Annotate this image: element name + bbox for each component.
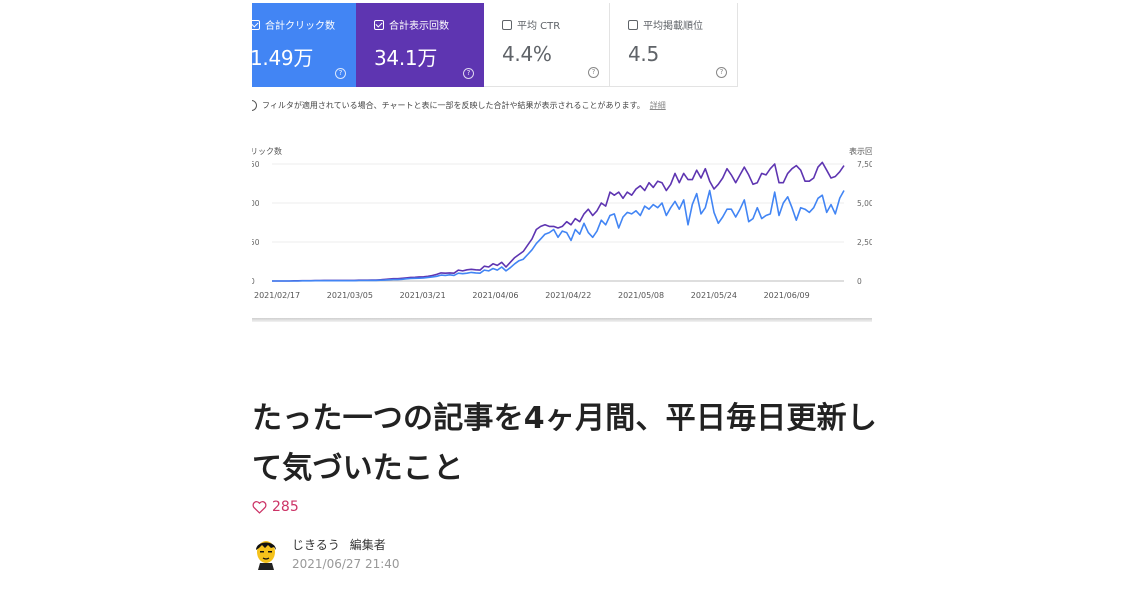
left-tick-label: 00 (252, 199, 260, 208)
author-name-line: じきるう 編集者 (292, 536, 400, 553)
like-count: 285 (272, 499, 299, 515)
notice-text: フィルタが適用されている場合、チャートと表に一部を反映した合計や結果が表示される… (262, 101, 645, 110)
x-tick-label: 2021/03/21 (400, 291, 446, 300)
right-tick-label: 2,50 (857, 238, 872, 247)
series-line (272, 189, 845, 282)
total-clicks-card[interactable]: 合計クリック数 1.49万 ? (252, 3, 356, 87)
card-value: 1.49万 (252, 46, 314, 70)
author-role: 編集者 (349, 538, 386, 552)
total-impressions-card[interactable]: 合計表示回数 34.1万 ? (356, 3, 484, 87)
performance-chart: リック数 表示回 50 00 50 0 7,50 5,00 2,50 0 2021/02/1… (252, 146, 872, 300)
filter-notice: i フィルタが適用されている場合、チャートと表に一部を反映した合計や結果が表示さ… (252, 100, 666, 111)
card-label: 平均掲載順位 (643, 21, 703, 32)
x-tick-label: 2021/05/08 (618, 291, 664, 300)
help-icon[interactable]: ? (716, 67, 727, 78)
checkbox-checked-icon[interactable] (252, 19, 260, 30)
card-value: 4.4% (502, 42, 552, 66)
author-block: じきるう 編集者 2021/06/27 21:40 (252, 536, 400, 571)
average-ctr-card[interactable]: 平均 CTR 4.4% ? (484, 3, 610, 87)
x-tick-label: 2021/05/24 (691, 291, 737, 300)
right-tick-label: 5,00 (857, 199, 872, 208)
card-label: 合計クリック数 (265, 21, 335, 32)
card-value: 4.5 (628, 42, 659, 66)
checkbox-empty-icon[interactable] (628, 19, 638, 30)
left-tick-label: 50 (252, 238, 260, 247)
right-tick-label: 0 (857, 277, 862, 286)
help-icon[interactable]: ? (588, 67, 599, 78)
x-tick-label: 2021/02/17 (254, 291, 300, 300)
like-button[interactable]: 285 (252, 499, 299, 515)
series-line (272, 161, 845, 282)
checkbox-empty-icon[interactable] (502, 19, 512, 30)
right-axis-label: 表示回 (849, 146, 872, 156)
average-position-card[interactable]: 平均掲載順位 4.5 ? (610, 3, 738, 87)
hero-bottom-edge (252, 318, 872, 322)
left-axis-label: リック数 (252, 146, 282, 156)
x-tick-label: 2021/04/06 (472, 291, 518, 300)
info-icon: i (252, 100, 257, 111)
post-date: 2021/06/27 21:40 (292, 557, 400, 571)
help-icon[interactable]: ? (463, 68, 474, 79)
left-tick-label: 50 (252, 160, 260, 169)
author-avatar[interactable] (252, 536, 280, 570)
card-label: 合計表示回数 (389, 21, 449, 32)
article-title: たった一つの記事を4ヶ月間、平日毎日更新して気づいたこと (252, 401, 878, 486)
x-tick-label: 2021/04/22 (545, 291, 591, 300)
x-tick-label: 2021/03/05 (327, 291, 373, 300)
help-icon[interactable]: ? (335, 68, 346, 79)
hero-image: 合計クリック数 1.49万 ? 合計表示回数 34.1万 ? 平均 CTR 4.… (252, 0, 872, 322)
right-tick-label: 7,50 (857, 160, 872, 169)
checkbox-checked-icon[interactable] (374, 19, 384, 30)
left-tick-label: 0 (252, 277, 255, 286)
card-value: 34.1万 (374, 46, 438, 70)
author-name[interactable]: じきるう (292, 538, 340, 552)
x-tick-label: 2021/06/09 (764, 291, 810, 300)
heart-icon (252, 501, 267, 514)
details-link[interactable]: 詳細 (650, 100, 666, 111)
card-label: 平均 CTR (517, 21, 561, 32)
